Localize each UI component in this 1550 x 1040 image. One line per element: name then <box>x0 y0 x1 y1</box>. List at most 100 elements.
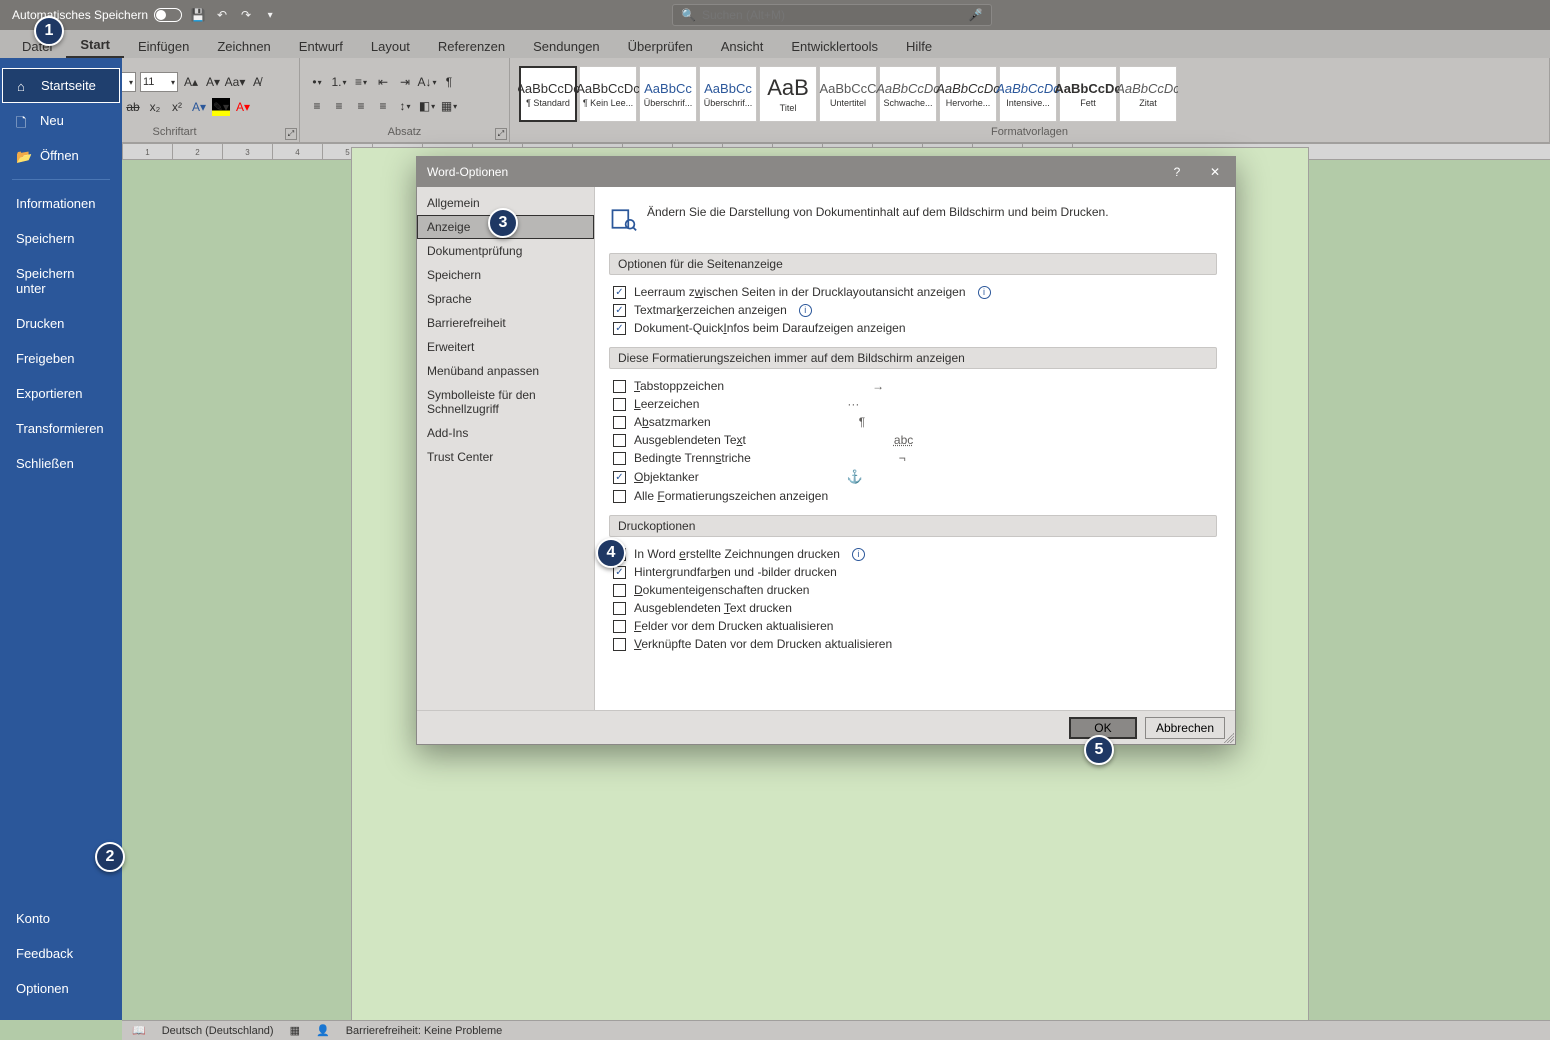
highlight-icon[interactable]: ✎▾ <box>212 98 230 116</box>
backstage-item[interactable]: Drucken <box>0 306 122 341</box>
info-icon[interactable]: i <box>852 548 865 561</box>
backstage-item[interactable]: ⌂Startseite <box>2 68 120 103</box>
align-left-icon[interactable]: ≡ <box>308 97 326 115</box>
options-nav-item[interactable]: Speichern <box>417 263 594 287</box>
increase-indent-icon[interactable]: ⇥ <box>396 73 414 91</box>
checkbox[interactable] <box>613 304 626 317</box>
tab-einfuegen[interactable]: Einfügen <box>124 35 203 58</box>
style-tile[interactable]: AaBbCcDcSchwache... <box>879 66 937 122</box>
checkbox[interactable] <box>613 322 626 335</box>
borders-icon[interactable]: ▦ <box>440 97 458 115</box>
style-tile[interactable]: AaBbCcDcFett <box>1059 66 1117 122</box>
bullets-icon[interactable]: • <box>308 73 326 91</box>
tab-entwicklertools[interactable]: Entwicklertools <box>777 35 892 58</box>
style-tile[interactable]: AaBbCcDc¶ Standard <box>519 66 577 122</box>
checkbox[interactable] <box>613 584 626 597</box>
style-tile[interactable]: AaBbCcDcIntensive... <box>999 66 1057 122</box>
style-tile[interactable]: AaBbCcDc¶ Kein Lee... <box>579 66 637 122</box>
checkbox[interactable] <box>613 380 626 393</box>
font-color-icon[interactable]: A▾ <box>234 98 252 116</box>
checkbox[interactable] <box>613 452 626 465</box>
options-nav-item[interactable]: Dokumentprüfung <box>417 239 594 263</box>
font-size-combo[interactable]: 11▾ <box>140 72 178 92</box>
text-effects-icon[interactable]: A▾ <box>190 98 208 116</box>
align-right-icon[interactable]: ≡ <box>352 97 370 115</box>
backstage-item[interactable]: 🗋Neu <box>0 103 122 138</box>
backstage-item[interactable]: Transformieren <box>0 411 122 446</box>
shading-icon[interactable]: ◧ <box>418 97 436 115</box>
options-nav-item[interactable]: Erweitert <box>417 335 594 359</box>
backstage-item[interactable]: Optionen <box>0 971 122 1006</box>
options-nav-item[interactable]: Add-Ins <box>417 421 594 445</box>
subscript-icon[interactable]: x₂ <box>146 98 164 116</box>
backstage-item[interactable]: Speichern <box>0 221 122 256</box>
customize-qat-icon[interactable]: ▾ <box>262 7 278 23</box>
justify-icon[interactable]: ≡ <box>374 97 392 115</box>
tab-zeichnen[interactable]: Zeichnen <box>203 35 284 58</box>
tab-entwurf[interactable]: Entwurf <box>285 35 357 58</box>
tab-hilfe[interactable]: Hilfe <box>892 35 946 58</box>
backstage-item[interactable]: Freigeben <box>0 341 122 376</box>
backstage-item[interactable]: Feedback <box>0 936 122 971</box>
checkbox[interactable] <box>613 416 626 429</box>
macro-icon[interactable]: ▦ <box>290 1024 300 1037</box>
cancel-button[interactable]: Abbrechen <box>1145 717 1225 739</box>
styles-gallery[interactable]: AaBbCcDc¶ StandardAaBbCcDc¶ Kein Lee...A… <box>518 64 1178 124</box>
decrease-indent-icon[interactable]: ⇤ <box>374 73 392 91</box>
align-center-icon[interactable]: ≡ <box>330 97 348 115</box>
checkbox[interactable] <box>613 398 626 411</box>
backstage-item[interactable]: Speichern unter <box>0 256 122 306</box>
info-icon[interactable]: i <box>978 286 991 299</box>
redo-icon[interactable]: ↷ <box>238 7 254 23</box>
checkbox[interactable] <box>613 638 626 651</box>
backstage-item[interactable]: Schließen <box>0 446 122 481</box>
show-marks-icon[interactable]: ¶ <box>440 73 458 91</box>
checkbox[interactable] <box>613 434 626 447</box>
options-nav-item[interactable]: Trust Center <box>417 445 594 469</box>
search-input[interactable] <box>702 8 962 22</box>
multilevel-icon[interactable]: ≡ <box>352 73 370 91</box>
dialog-title-bar[interactable]: Word-Optionen ? ✕ <box>417 157 1235 187</box>
backstage-item[interactable]: Konto <box>0 901 122 936</box>
checkbox[interactable] <box>613 620 626 633</box>
superscript-icon[interactable]: x² <box>168 98 186 116</box>
info-icon[interactable]: i <box>799 304 812 317</box>
resize-grip-icon[interactable] <box>1224 733 1234 743</box>
line-spacing-icon[interactable]: ↕ <box>396 97 414 115</box>
clear-format-icon[interactable]: A̸ <box>248 73 266 91</box>
paragraph-dialog-launcher-icon[interactable]: ⤢ <box>495 128 507 140</box>
status-language[interactable]: Deutsch (Deutschland) <box>162 1025 274 1037</box>
tab-sendungen[interactable]: Sendungen <box>519 35 614 58</box>
style-tile[interactable]: AaBbCcÜberschrif... <box>699 66 757 122</box>
tab-layout[interactable]: Layout <box>357 35 424 58</box>
tab-ueberpruefen[interactable]: Überprüfen <box>614 35 707 58</box>
backstage-item[interactable]: Exportieren <box>0 376 122 411</box>
checkbox[interactable] <box>613 286 626 299</box>
style-tile[interactable]: AaBbCcDcHervorhe... <box>939 66 997 122</box>
options-nav-item[interactable]: Symbolleiste für den Schnellzugriff <box>417 383 594 421</box>
backstage-item[interactable]: 📂Öffnen <box>0 138 122 173</box>
options-nav-item[interactable]: Sprache <box>417 287 594 311</box>
save-icon[interactable]: 💾 <box>190 7 206 23</box>
book-icon[interactable]: 📖 <box>132 1024 146 1037</box>
shrink-font-icon[interactable]: A▾ <box>204 73 222 91</box>
style-tile[interactable]: AaBbCcDcZitat <box>1119 66 1177 122</box>
checkbox[interactable] <box>613 602 626 615</box>
dialog-close-button[interactable]: ✕ <box>1205 165 1225 179</box>
status-accessibility[interactable]: Barrierefreiheit: Keine Probleme <box>346 1025 503 1037</box>
tab-referenzen[interactable]: Referenzen <box>424 35 519 58</box>
search-box[interactable]: 🔍 🎤 <box>672 4 992 26</box>
style-tile[interactable]: AaBbCcÜberschrif... <box>639 66 697 122</box>
mic-icon[interactable]: 🎤 <box>968 8 983 22</box>
grow-font-icon[interactable]: A▴ <box>182 73 200 91</box>
backstage-item[interactable]: Informationen <box>0 186 122 221</box>
dialog-help-button[interactable]: ? <box>1167 165 1187 179</box>
sort-icon[interactable]: A↓ <box>418 73 436 91</box>
tab-start[interactable]: Start <box>66 33 124 58</box>
accessibility-icon[interactable]: 👤 <box>316 1024 330 1037</box>
change-case-icon[interactable]: Aa▾ <box>226 73 244 91</box>
checkbox[interactable] <box>613 490 626 503</box>
options-nav-item[interactable]: Barrierefreiheit <box>417 311 594 335</box>
numbering-icon[interactable]: 1. <box>330 73 348 91</box>
undo-icon[interactable]: ↶ <box>214 7 230 23</box>
